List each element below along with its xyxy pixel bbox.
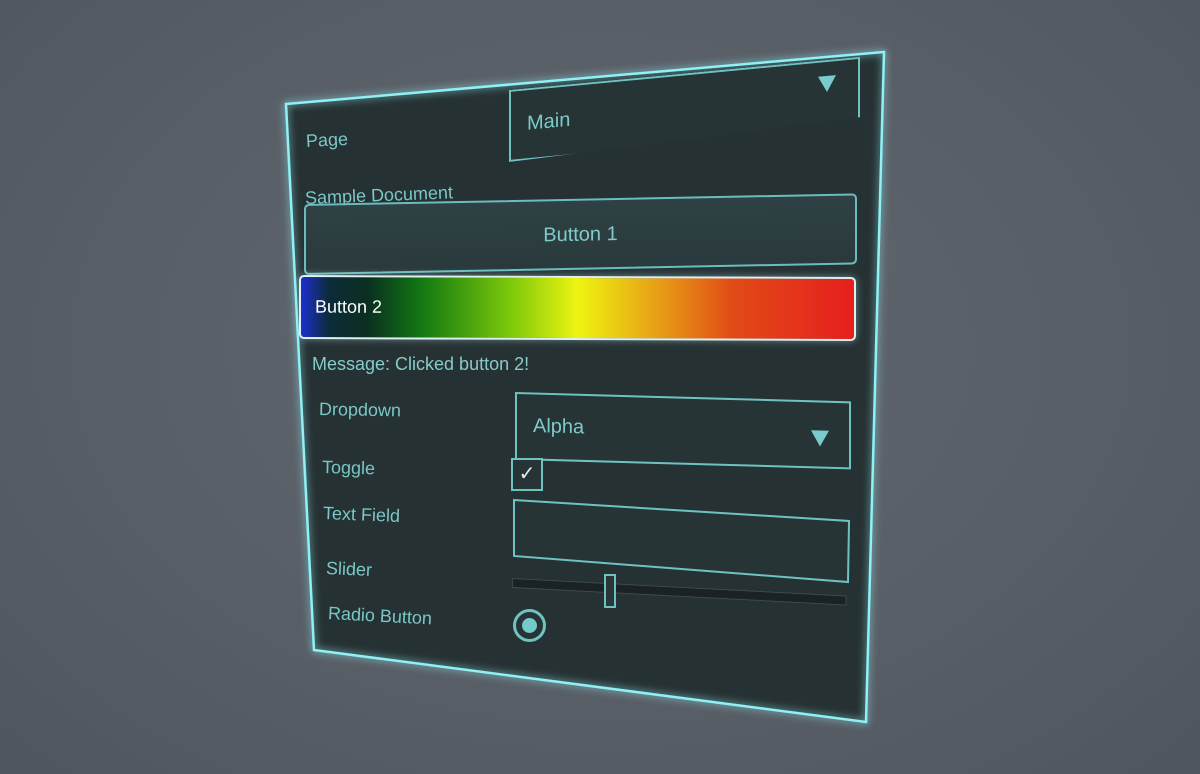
slider-handle[interactable] xyxy=(604,574,616,608)
slider-label: Slider xyxy=(325,558,373,580)
radio-button[interactable] xyxy=(513,609,546,642)
text-field[interactable] xyxy=(0,0,1200,774)
scene-background: Page Main Sample Document Button 1 Butto… xyxy=(0,0,1200,774)
radio-selected-dot xyxy=(522,618,537,633)
